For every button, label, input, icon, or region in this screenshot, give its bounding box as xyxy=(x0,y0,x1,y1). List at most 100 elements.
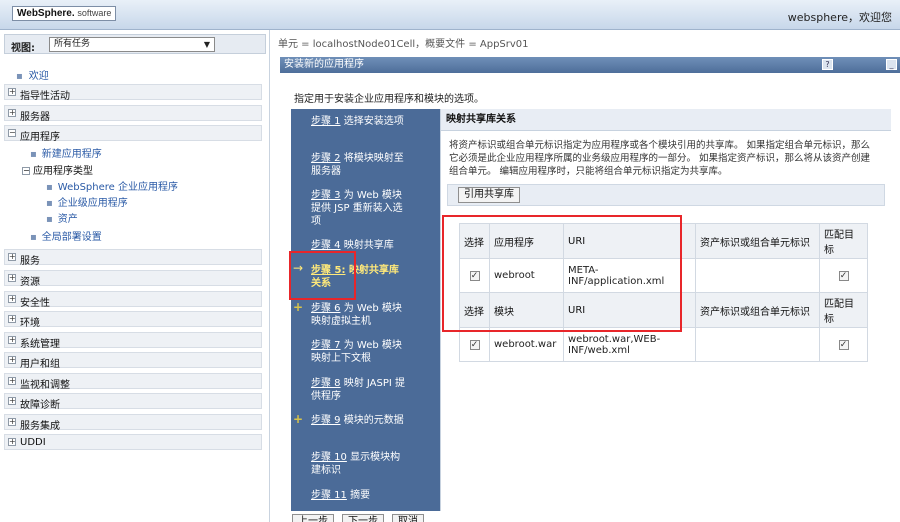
nav-websphere-apps[interactable]: ▪ WebSphere 企业应用程序 xyxy=(46,178,178,193)
step-9-link[interactable]: 步骤 9 模块的元数据 xyxy=(311,414,407,427)
step-6-link[interactable]: 步骤 6 为 Web 模块映射虚拟主机 xyxy=(311,302,407,328)
col-match-target-header: 匹配目标 xyxy=(819,292,868,328)
view-label: 视图: xyxy=(11,43,35,54)
nav-section-label: 指导性活动 xyxy=(20,91,70,102)
plus-marker-icon: + xyxy=(293,412,304,426)
cancel-button[interactable]: 取消 xyxy=(392,514,424,522)
expand-icon[interactable]: + xyxy=(8,88,16,96)
expand-icon[interactable]: + xyxy=(8,336,16,344)
step-text: 选择安装选项 xyxy=(343,116,404,127)
match-target-cell: ✓ xyxy=(819,327,868,362)
step-2-link[interactable]: 步骤 2 将模块映射至服务器 xyxy=(311,152,407,178)
page-title: 安装新的应用程序 xyxy=(284,59,364,70)
collapse-icon[interactable]: − xyxy=(8,129,16,137)
expand-icon[interactable]: + xyxy=(8,295,16,303)
match-target-cell: ✓ xyxy=(819,258,868,293)
nav-section-applications[interactable]: − 应用程序 xyxy=(4,125,262,143)
expand-icon[interactable]: + xyxy=(8,438,16,446)
step-text: 摘要 xyxy=(350,490,371,501)
nav-section-users-groups[interactable]: + 用户和组 xyxy=(4,352,262,370)
help-icon[interactable]: ? xyxy=(822,59,833,70)
welcome-link-label: 欢迎 xyxy=(28,71,49,82)
nav-section-label: 服务集成 xyxy=(20,421,60,432)
step-3-link[interactable]: 步骤 3 为 Web 模块提供 JSP 重新装入选项 xyxy=(311,189,407,228)
nav-section-monitoring[interactable]: + 监视和调整 xyxy=(4,373,262,391)
step-number: 步骤 2 xyxy=(311,153,341,164)
button-bar: 引用共享库 xyxy=(447,184,885,206)
minimize-icon[interactable]: _ xyxy=(886,59,897,70)
nav-section-service-integration[interactable]: + 服务集成 xyxy=(4,414,262,432)
previous-button[interactable]: 上一步 xyxy=(292,514,334,522)
reference-shared-libraries-button[interactable]: 引用共享库 xyxy=(458,187,520,203)
nav-enterprise-apps[interactable]: ▪ 企业级应用程序 xyxy=(46,194,128,209)
step-8-link[interactable]: 步骤 8 映射 JASPI 提供程序 xyxy=(311,377,407,403)
nav-item-label: 新建应用程序 xyxy=(41,149,102,160)
left-navigation: 视图: 所有任务 ▼ ▪ 欢迎 + 指导性活动 + 服务器 − 应用程序 ▪ 新建应… xyxy=(0,30,270,522)
step-1-link[interactable]: 步骤 1 选择安装选项 xyxy=(311,115,407,128)
asset-cell[interactable] xyxy=(695,258,820,293)
bullet-icon: ▪ xyxy=(16,71,23,82)
welcome-text: websphere，欢迎您 xyxy=(787,11,892,24)
view-bar: 视图: 所有任务 ▼ xyxy=(4,34,266,54)
match-target-checkbox[interactable]: ✓ xyxy=(838,271,849,281)
step-11-link[interactable]: 步骤 11 摘要 xyxy=(311,489,407,502)
current-step-highlight xyxy=(289,251,356,300)
nav-application-types[interactable]: − 应用程序类型 xyxy=(22,162,93,177)
expand-icon[interactable]: + xyxy=(8,356,16,364)
bullet-icon: ▪ xyxy=(30,149,37,160)
step-10-link[interactable]: 步骤 10 显示模块构建标识 xyxy=(311,451,407,477)
nav-section-resources[interactable]: + 资源 xyxy=(4,270,262,288)
section-title: 映射共享库关系 xyxy=(441,109,891,131)
nav-section-sysadmin[interactable]: + 系统管理 xyxy=(4,332,262,350)
nav-section-label: UDDI xyxy=(20,437,46,448)
view-select-value: 所有任务 xyxy=(54,39,91,49)
nav-section-security[interactable]: + 安全性 xyxy=(4,291,262,309)
expand-icon[interactable]: + xyxy=(8,397,16,405)
nav-section-guided[interactable]: + 指导性活动 xyxy=(4,84,262,102)
expand-icon[interactable]: + xyxy=(8,274,16,282)
col-asset-header: 资产标识或组合单元标识 xyxy=(695,292,820,328)
nav-section-label: 监视和调整 xyxy=(20,380,70,391)
next-button[interactable]: 下一步 xyxy=(342,514,384,522)
collapse-icon[interactable]: − xyxy=(22,167,30,175)
nav-section-uddi[interactable]: + UDDI xyxy=(4,434,262,450)
nav-new-application[interactable]: ▪ 新建应用程序 xyxy=(30,145,102,160)
nav-section-label: 服务 xyxy=(20,256,40,267)
nav-section-label: 环境 xyxy=(20,318,40,329)
nav-global-deploy[interactable]: ▪ 全局部署设置 xyxy=(30,228,102,243)
nav-section-environment[interactable]: + 环境 xyxy=(4,311,262,329)
intro-text: 指定用于安装企业应用程序和模块的选项。 xyxy=(294,94,484,105)
asset-cell[interactable] xyxy=(695,327,820,362)
expand-icon[interactable]: + xyxy=(8,418,16,426)
nav-section-label: 服务器 xyxy=(20,112,50,123)
nav-section-label: 资源 xyxy=(20,277,40,288)
step-number: 步骤 8 xyxy=(311,378,341,389)
step-number: 步骤 6 xyxy=(311,303,341,314)
match-target-checkbox[interactable]: ✓ xyxy=(838,340,849,350)
step-7-link[interactable]: 步骤 7 为 Web 模块映射上下文根 xyxy=(311,339,407,365)
bullet-icon: ▪ xyxy=(46,198,53,209)
step-text: 映射共享库 xyxy=(343,240,394,251)
step-number: 步骤 4 xyxy=(311,240,341,251)
section-description: 将资产标识或组合单元标识指定为应用程序或各个模块引用的共享库。 如果指定组合单元… xyxy=(449,140,871,177)
welcome-link[interactable]: ▪ 欢迎 xyxy=(16,67,49,82)
view-select[interactable]: 所有任务 ▼ xyxy=(49,37,215,52)
nav-assets[interactable]: ▪ 资产 xyxy=(46,210,78,225)
select-checkbox[interactable]: ✓ xyxy=(469,340,480,350)
expand-icon[interactable]: + xyxy=(8,253,16,261)
top-banner: WebSphere. software websphere，欢迎您 xyxy=(0,0,900,30)
step-number: 步骤 10 xyxy=(311,452,347,463)
expand-icon[interactable]: + xyxy=(8,315,16,323)
nav-item-label: 全局部署设置 xyxy=(41,232,102,243)
nav-section-services[interactable]: + 服务 xyxy=(4,249,262,267)
step-number: 步骤 7 xyxy=(311,340,341,351)
wizard-steps-panel: 步骤 1 选择安装选项 步骤 2 将模块映射至服务器 步骤 3 为 Web 模块… xyxy=(291,109,440,511)
table-row: ✓ webroot.war webroot.war,WEB-INF/web.xm… xyxy=(459,327,868,362)
expand-icon[interactable]: + xyxy=(8,109,16,117)
nav-section-servers[interactable]: + 服务器 xyxy=(4,105,262,123)
dropdown-arrow-icon: ▼ xyxy=(203,40,210,49)
nav-item-label: 企业级应用程序 xyxy=(57,198,128,209)
nav-section-troubleshooting[interactable]: + 故障诊断 xyxy=(4,393,262,411)
plus-marker-icon: + xyxy=(293,300,304,314)
expand-icon[interactable]: + xyxy=(8,377,16,385)
